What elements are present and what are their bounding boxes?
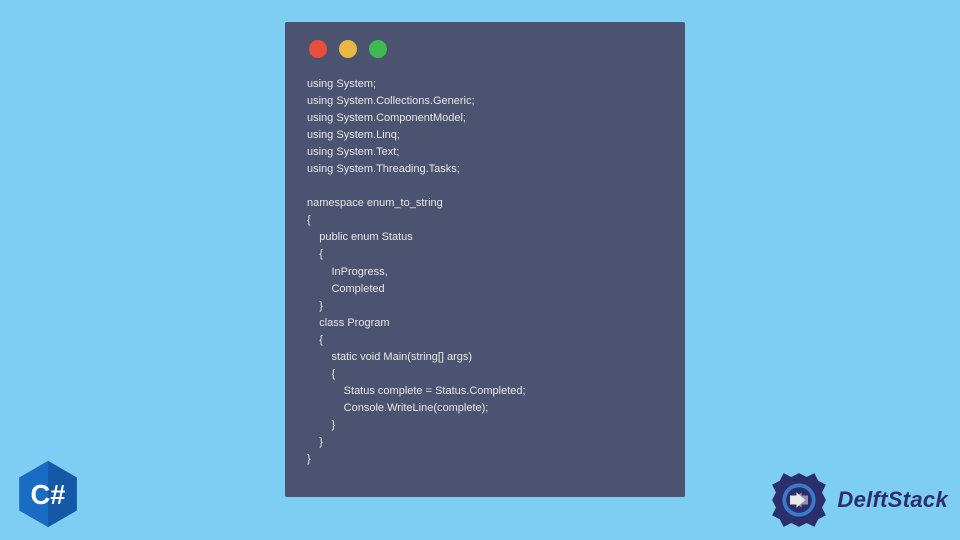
code-content: using System; using System.Collections.G… bbox=[307, 76, 663, 468]
csharp-badge: C# bbox=[12, 458, 84, 530]
window-traffic-lights bbox=[309, 40, 663, 58]
delftstack-emblem-icon bbox=[767, 468, 831, 532]
delftstack-logo: DelftStack bbox=[767, 468, 948, 532]
delftstack-label: DelftStack bbox=[837, 487, 948, 513]
code-window: using System; using System.Collections.G… bbox=[285, 22, 685, 497]
close-icon bbox=[309, 40, 327, 58]
maximize-icon bbox=[369, 40, 387, 58]
minimize-icon bbox=[339, 40, 357, 58]
csharp-label-text: C# bbox=[31, 479, 66, 510]
